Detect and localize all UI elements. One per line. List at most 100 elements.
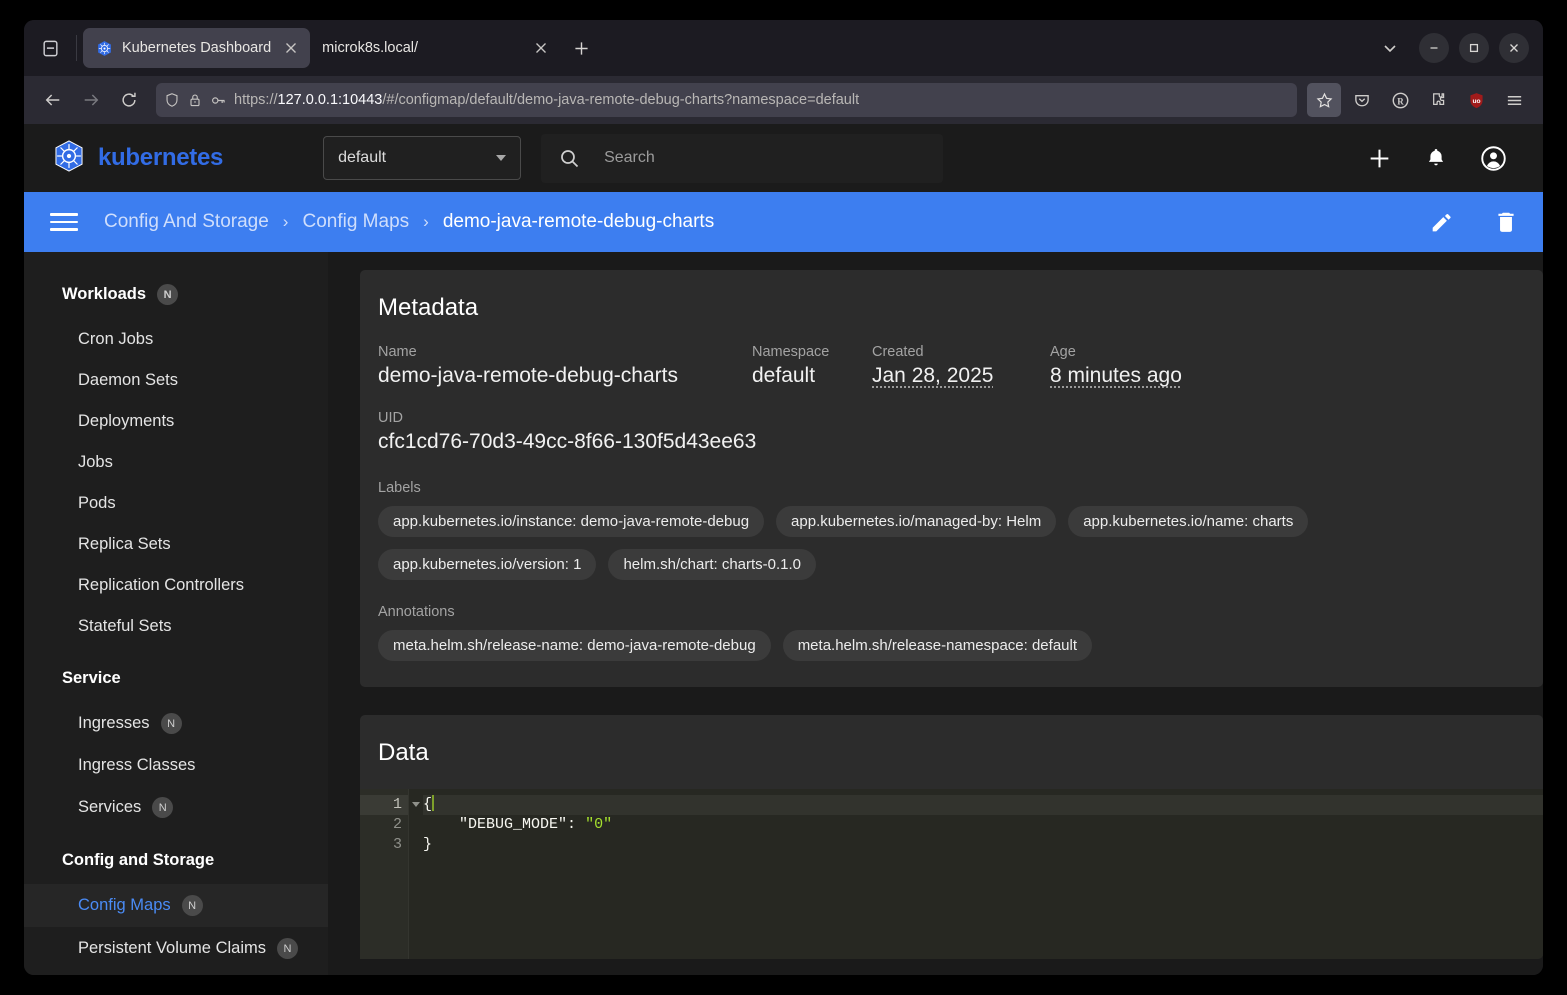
metadata-primary-row: Name demo-java-remote-debug-charts Names…: [378, 344, 1525, 388]
browser-tab-1[interactable]: microk8s.local/: [310, 28, 560, 68]
line-number: 2: [392, 816, 402, 833]
reload-icon[interactable]: [112, 83, 146, 117]
app-logo[interactable]: kubernetes: [52, 139, 223, 178]
metadata-field-uid: UID cfc1cd76-70d3-49cc-8f66-130f5d43ee63: [378, 410, 1525, 454]
tab-title: microk8s.local/: [322, 40, 419, 56]
label-chip[interactable]: app.kubernetes.io/name: charts: [1068, 506, 1309, 537]
sidebar-item-config-maps[interactable]: Config Maps N: [24, 884, 328, 927]
annotation-chip[interactable]: meta.helm.sh/release-name: demo-java-rem…: [378, 630, 771, 661]
json-code-editor[interactable]: 1 2 3 { "DEBUG_MODE": "0"}: [360, 789, 1543, 959]
json-value: "0": [585, 816, 613, 833]
label-chip[interactable]: app.kubernetes.io/version: 1: [378, 549, 597, 580]
namespaced-badge: N: [152, 797, 174, 818]
kubernetes-helm-icon: [52, 139, 86, 178]
sidebar-item-ingress-classes[interactable]: Ingress Classes: [24, 745, 328, 786]
sidebar-group-workloads[interactable]: Workloads N: [24, 270, 328, 319]
chevron-down-icon[interactable]: [1375, 33, 1405, 63]
close-icon[interactable]: [280, 37, 302, 59]
label-chip[interactable]: helm.sh/chart: charts-0.1.0: [608, 549, 817, 580]
search-icon: [559, 148, 580, 169]
bell-icon[interactable]: [1424, 146, 1448, 170]
search-box[interactable]: [541, 133, 944, 183]
app-menu-icon[interactable]: [1497, 83, 1531, 117]
reader-r-icon[interactable]: R: [1383, 83, 1417, 117]
breadcrumb-actions: [1429, 209, 1519, 235]
extensions-puzzle-icon[interactable]: [1421, 83, 1455, 117]
minimize-icon[interactable]: [1419, 33, 1449, 63]
annotation-chip[interactable]: meta.helm.sh/release-namespace: default: [782, 630, 1093, 661]
close-icon[interactable]: [1499, 33, 1529, 63]
lock-warning-icon[interactable]: [187, 92, 203, 108]
sidebar-item-pods[interactable]: Pods: [24, 483, 328, 524]
sidebar-group-label: Config and Storage: [62, 851, 215, 869]
close-brace: }: [423, 836, 433, 853]
bookmark-star-icon[interactable]: [1307, 83, 1341, 117]
new-tab-button[interactable]: [564, 31, 598, 65]
data-card: Data 1 2 3 {"DEBUG_MODE": "0"}: [360, 715, 1543, 959]
browser-tab-0[interactable]: Kubernetes Dashboard: [83, 28, 311, 68]
sidebar-item-persistent-volume-claims[interactable]: Persistent Volume Claims N: [24, 927, 328, 970]
svg-text:R: R: [1397, 96, 1404, 106]
labels-chip-list: app.kubernetes.io/instance: demo-java-re…: [378, 506, 1525, 580]
app-body: Workloads N Cron Jobs Daemon Sets Deploy…: [24, 252, 1543, 975]
search-input[interactable]: [604, 149, 926, 167]
editor-gutter: 1 2 3: [360, 789, 420, 959]
sidebar-item-replication-controllers[interactable]: Replication Controllers: [24, 565, 328, 606]
sidebar-group-label: Service: [62, 669, 121, 687]
field-value: cfc1cd76-70d3-49cc-8f66-130f5d43ee63: [378, 430, 757, 453]
pocket-icon[interactable]: [1345, 83, 1379, 117]
browser-tab-bar: Kubernetes Dashboard microk8s.local/: [24, 20, 1543, 76]
tab-list-icon[interactable]: [30, 28, 70, 68]
sidebar-item-label: Ingresses: [78, 714, 150, 732]
close-icon[interactable]: [530, 37, 552, 59]
breadcrumb-item-0[interactable]: Config And Storage: [104, 211, 269, 233]
labels-label: Labels: [378, 480, 421, 496]
sidebar-item-replica-sets[interactable]: Replica Sets: [24, 524, 328, 565]
label-chip[interactable]: app.kubernetes.io/managed-by: Helm: [776, 506, 1057, 537]
sidebar-item-services[interactable]: Services N: [24, 786, 328, 829]
key-icon[interactable]: [210, 92, 227, 109]
code-line-1: {: [423, 795, 1543, 815]
sidebar-group-config-and-storage[interactable]: Config and Storage: [24, 829, 328, 884]
sidebar-item-ingresses[interactable]: Ingresses N: [24, 702, 328, 745]
sidebar-item-secrets[interactable]: Secrets N: [24, 970, 328, 975]
account-circle-icon[interactable]: [1480, 145, 1507, 172]
maximize-icon[interactable]: [1459, 33, 1489, 63]
url-text: https://127.0.0.1:10443/#/configmap/defa…: [234, 92, 860, 108]
sidebar-item-deployments[interactable]: Deployments: [24, 401, 328, 442]
app-logo-text: kubernetes: [98, 144, 224, 171]
metadata-field-namespace: Namespace default: [752, 344, 872, 388]
gutter-line-2: 2: [360, 815, 408, 835]
pencil-icon[interactable]: [1429, 209, 1455, 235]
sidebar-item-daemon-sets[interactable]: Daemon Sets: [24, 360, 328, 401]
tab-title: Kubernetes Dashboard: [122, 40, 272, 56]
sidebar-group-service[interactable]: Service: [24, 647, 328, 702]
sidebar-item-jobs[interactable]: Jobs: [24, 442, 328, 483]
field-label: Namespace: [752, 344, 830, 360]
browser-nav-bar: https://127.0.0.1:10443/#/configmap/defa…: [24, 76, 1543, 124]
field-value[interactable]: Jan 28, 2025: [872, 364, 1050, 388]
breadcrumb-item-1[interactable]: Config Maps: [302, 211, 409, 233]
hamburger-menu-icon[interactable]: [44, 202, 84, 242]
url-bar[interactable]: https://127.0.0.1:10443/#/configmap/defa…: [156, 83, 1297, 117]
field-value: demo-java-remote-debug-charts: [378, 364, 678, 387]
shield-icon[interactable]: [164, 92, 180, 108]
field-value[interactable]: 8 minutes ago: [1050, 364, 1182, 388]
editor-code-area[interactable]: { "DEBUG_MODE": "0" }: [408, 789, 1543, 959]
trash-icon[interactable]: [1493, 209, 1519, 235]
code-line-2: "DEBUG_MODE": "0": [423, 815, 1543, 835]
json-colon: :: [567, 816, 586, 833]
plus-icon[interactable]: [1367, 146, 1392, 171]
sidebar-item-stateful-sets[interactable]: Stateful Sets: [24, 606, 328, 647]
sidebar-item-cron-jobs[interactable]: Cron Jobs: [24, 319, 328, 360]
label-chip[interactable]: app.kubernetes.io/instance: demo-java-re…: [378, 506, 765, 537]
line-number: 3: [392, 836, 402, 853]
main-content: Metadata Name demo-java-remote-debug-cha…: [328, 252, 1543, 975]
back-arrow-icon[interactable]: [36, 83, 70, 117]
ublock-origin-icon[interactable]: uo: [1459, 83, 1493, 117]
forward-arrow-icon[interactable]: [74, 83, 108, 117]
namespace-selector[interactable]: default: [323, 136, 522, 180]
sidebar-item-label: Daemon Sets: [78, 371, 178, 389]
sidebar-item-label: Config Maps: [78, 896, 171, 914]
